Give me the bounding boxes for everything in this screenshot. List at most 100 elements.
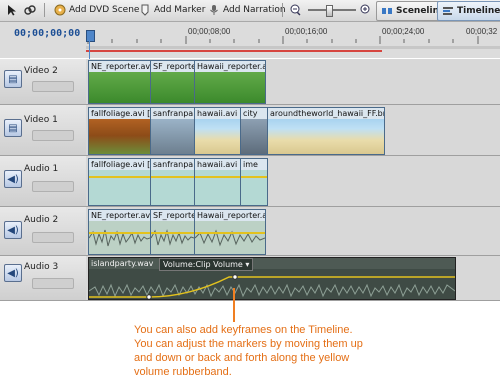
toolbar-divider	[282, 3, 283, 17]
add-narration-button[interactable]: Add Narration	[208, 2, 286, 18]
audio-clip[interactable]: SF_reporte	[150, 209, 195, 255]
waveform	[151, 229, 194, 246]
clip-title: islandparty.wav	[91, 259, 154, 268]
video-clip[interactable]: hawaii.avi [V]	[194, 107, 241, 155]
audio-clip[interactable]: fallfoliage.avi [A]	[88, 158, 151, 206]
add-dvd-scene-label: Add DVD Scene	[69, 5, 140, 15]
video-clip[interactable]: city	[240, 107, 268, 155]
track-controls[interactable]	[32, 232, 74, 243]
track-lane-audio-2[interactable]: NE_reporter.avi SF_reporte Hawaii_report…	[86, 207, 500, 256]
track-header-video-2[interactable]: ▤ Video 2	[0, 59, 86, 105]
speaker-icon: ◀)	[4, 221, 22, 239]
video-clip[interactable]: NE_reporter.avi	[88, 60, 151, 104]
playhead-handle[interactable]	[86, 30, 95, 42]
clip-title: NE_reporter.avi	[89, 61, 151, 72]
ruler-tick-label: 00;00;32	[466, 27, 498, 36]
volume-keyframe	[146, 294, 152, 299]
clip-title: SF_reporte	[151, 61, 195, 72]
rendered-range-bar	[86, 50, 382, 52]
audio-clip[interactable]: NE_reporter.avi	[88, 209, 151, 255]
speaker-icon: ◀)	[4, 170, 22, 188]
track-name: Video 1	[24, 115, 58, 125]
video-clip[interactable]: sanfranpair	[150, 107, 195, 155]
selection-tool-button[interactable]	[6, 2, 18, 18]
marker-icon	[141, 4, 149, 16]
track-controls[interactable]	[32, 130, 74, 141]
video-clip[interactable]: fallfoliage.avi [V]	[88, 107, 151, 155]
clip-title: fallfoliage.avi [V]	[89, 108, 150, 119]
sceneline-icon	[382, 8, 392, 14]
volume-rubberband[interactable]	[89, 176, 150, 178]
track-controls[interactable]	[32, 181, 74, 192]
link-tool-button[interactable]	[24, 2, 36, 18]
timeline-toolbar: Add DVD Scene Add Marker Add Narration S…	[0, 0, 500, 22]
audio-clip-selected[interactable]: islandparty.wav Volume:Clip Volume ▾	[88, 257, 456, 300]
video-track-icon: ▤	[4, 119, 22, 137]
waveform	[89, 274, 455, 299]
ruler-tick-label: 00;00;08;00	[188, 27, 231, 36]
timeline-button[interactable]: Timeline	[437, 1, 500, 21]
track-controls[interactable]	[32, 81, 74, 92]
add-narration-label: Add Narration	[223, 5, 286, 15]
clip-title: aroundtheworld_hawaii_FF.bmp	[268, 108, 385, 119]
track-lane-audio-3[interactable]: islandparty.wav Volume:Clip Volume ▾	[86, 256, 500, 301]
ruler-tick-label: 00;00;24;00	[382, 27, 425, 36]
ruler-tick-label: 00;00;16;00	[285, 27, 328, 36]
zoom-in-icon	[360, 4, 370, 14]
track-lane-video-2[interactable]: NE_reporter.avi SF_reporte Hawaii_report…	[86, 59, 500, 105]
ruler-ticks	[86, 36, 500, 52]
add-marker-label: Add Marker	[154, 5, 206, 15]
track-lane-audio-1[interactable]: fallfoliage.avi [A] sanfranpair hawaii.a…	[86, 156, 500, 207]
callout-pointer-line	[233, 288, 235, 322]
volume-keyframe	[232, 274, 238, 280]
track-header-audio-2[interactable]: ◀) Audio 2	[0, 207, 86, 256]
clip-title: city	[241, 108, 267, 119]
clip-title: sanfranpair	[151, 108, 195, 119]
track-name: Audio 3	[24, 262, 59, 272]
volume-rubberband[interactable]	[89, 232, 150, 234]
volume-rubberband[interactable]	[151, 176, 194, 178]
audio-clip[interactable]: sanfranpair	[150, 158, 195, 206]
microphone-icon	[210, 5, 218, 15]
track-name: Audio 2	[24, 215, 59, 225]
arrow-pointer-icon	[8, 5, 16, 16]
clip-title: fallfoliage.avi [A]	[89, 159, 150, 170]
zoom-slider-thumb[interactable]	[326, 5, 333, 17]
zoom-out-button[interactable]	[290, 2, 302, 18]
track-header-audio-3[interactable]: ◀) Audio 3	[0, 256, 86, 301]
image-clip[interactable]: aroundtheworld_hawaii_FF.bmp	[267, 107, 385, 155]
clip-title: hawaii.avi [V]	[195, 108, 240, 119]
volume-rubberband[interactable]	[241, 176, 267, 178]
clip-title: Hawaii_reporter.avi	[195, 210, 265, 221]
zoom-out-icon	[290, 4, 301, 16]
track-controls[interactable]	[32, 278, 74, 289]
waveform	[195, 229, 265, 247]
video-clip[interactable]: SF_reporte	[150, 60, 195, 104]
add-marker-button[interactable]: Add Marker	[139, 2, 205, 18]
clip-title: hawaii.avi [A]	[195, 159, 240, 170]
clip-effect-label: Volume:Clip Volume	[163, 260, 243, 269]
volume-rubberband[interactable]	[195, 232, 265, 234]
track-lane-video-1[interactable]: fallfoliage.avi [V] sanfranpair hawaii.a…	[86, 105, 500, 156]
dvd-icon	[54, 4, 66, 16]
volume-rubberband[interactable]	[195, 176, 240, 178]
clip-title: ime	[241, 159, 267, 170]
zoom-in-button[interactable]	[360, 2, 372, 18]
link-icon	[24, 5, 36, 15]
track-header-video-1[interactable]: ▤ Video 1	[0, 105, 86, 156]
clip-title: SF_reporte	[151, 210, 195, 221]
volume-rubberband[interactable]	[151, 232, 194, 234]
track-header-audio-1[interactable]: ◀) Audio 1	[0, 156, 86, 207]
audio-clip[interactable]: hawaii.avi [A]	[194, 158, 241, 206]
track-name: Audio 1	[24, 164, 59, 174]
clip-title: Hawaii_reporter.avi	[195, 61, 265, 72]
video-track-icon: ▤	[4, 70, 22, 88]
waveform	[89, 229, 150, 247]
add-dvd-scene-button[interactable]: Add DVD Scene	[54, 2, 139, 18]
audio-clip[interactable]: ime	[240, 158, 268, 206]
current-timecode[interactable]: 00;00;00;00	[14, 28, 80, 39]
timeline-icon	[443, 7, 453, 15]
video-clip[interactable]: Hawaii_reporter.avi	[194, 60, 266, 104]
callout-caption: You can also add keyframes on the Timeli…	[134, 324, 363, 378]
audio-clip[interactable]: Hawaii_reporter.avi	[194, 209, 266, 255]
